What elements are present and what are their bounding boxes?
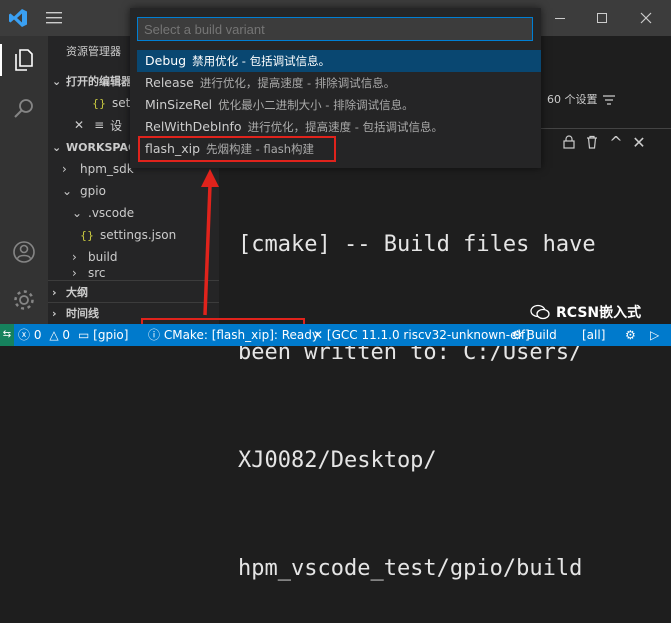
highlight-box	[138, 136, 336, 162]
terminal-line: hpm_vscode_test/gpio/build	[238, 556, 583, 581]
chevron-right-icon: ›	[52, 306, 57, 320]
chevron-right-icon: ›	[62, 162, 67, 176]
activity-bar	[0, 36, 48, 324]
lock-icon[interactable]	[559, 132, 579, 152]
tools-icon: ✕	[313, 328, 324, 342]
info-icon: ⓘ	[148, 328, 161, 342]
error-icon: ⓧ	[18, 328, 31, 342]
json-file-icon: {}	[92, 96, 106, 110]
close-panel-icon[interactable]: ✕	[629, 132, 649, 152]
tree-item-label: .vscode	[88, 206, 135, 220]
tree-item-label: src	[88, 266, 106, 280]
cmake-status[interactable]: ⓘ CMake: [flash_xip]: Ready	[148, 324, 319, 346]
chevron-down-icon: ⌄	[72, 206, 83, 220]
settings-count: 60 个设置	[547, 93, 598, 106]
maximize-icon[interactable]	[590, 6, 614, 30]
menu-icon[interactable]	[40, 6, 68, 30]
chevron-right-icon: ›	[52, 285, 57, 299]
settings-file-icon: ≡	[94, 118, 105, 132]
build-button[interactable]: ⚙ Build	[512, 324, 557, 346]
quick-pick-input[interactable]	[137, 17, 533, 41]
search-icon[interactable]	[8, 92, 40, 124]
account-icon[interactable]	[8, 236, 40, 268]
variant-option-minsizerel[interactable]: MinSizeRel 优化最小二进制大小 - 排除调试信息。	[137, 94, 541, 116]
cmake-kit[interactable]: ✕ [GCC 11.1.0 riscv32-unknown-elf]	[313, 324, 530, 346]
trash-icon[interactable]	[582, 132, 602, 152]
chevron-right-icon: ›	[72, 250, 77, 264]
variant-option-release[interactable]: Release 进行优化，提高速度 - 排除调试信息。	[137, 72, 541, 94]
arrow-annotation	[201, 169, 219, 316]
status-bar: ⇆ ⓧ 0 △ 0 ▭ [gpio] ⓘ CMake: [flash_xip]:…	[0, 324, 671, 346]
open-editor-label: set	[112, 96, 131, 110]
warning-icon: △	[49, 328, 59, 342]
minimize-icon[interactable]	[548, 6, 572, 30]
debug-icon[interactable]: ⚙	[625, 324, 636, 346]
outline-label: 大纲	[66, 286, 88, 299]
chevron-up-icon[interactable]: ^	[606, 132, 626, 152]
run-icon[interactable]: ▷	[650, 324, 659, 346]
wechat-icon	[530, 304, 550, 320]
open-editor-label: 设	[110, 118, 123, 133]
gear-icon[interactable]	[8, 284, 40, 316]
open-editors-label: 打开的编辑器	[66, 75, 132, 88]
close-icon[interactable]	[634, 6, 658, 30]
filter-icon[interactable]	[599, 89, 619, 111]
variant-option-relwithdebinfo[interactable]: RelWithDebInfo 进行优化，提高速度 - 包括调试信息。	[137, 116, 541, 138]
terminal-output: [cmake] -- Build files have been written…	[238, 155, 596, 623]
gear-icon: ⚙	[512, 328, 523, 342]
terminal-line: [cmake] -- Build files have	[238, 232, 596, 257]
chevron-down-icon: ⌄	[52, 140, 62, 154]
watermark: RCSN嵌入式	[530, 302, 641, 322]
tree-item-label: gpio	[80, 184, 106, 198]
chevron-right-icon: ›	[72, 266, 77, 280]
explorer-icon[interactable]	[8, 44, 40, 76]
chevron-down-icon: ⌄	[52, 74, 62, 88]
close-icon[interactable]: ✕	[74, 118, 84, 132]
terminal-line: XJ0082/Desktop/	[238, 448, 437, 473]
variant-option-debug[interactable]: Debug 禁用优化 - 包括调试信息。	[137, 50, 541, 72]
problems-indicator[interactable]: ⓧ 0 △ 0	[18, 324, 70, 346]
folder-icon: ▭	[78, 328, 90, 342]
json-file-icon: {}	[80, 228, 94, 242]
build-target[interactable]: [all]	[582, 324, 605, 346]
vscode-logo-icon	[6, 6, 30, 30]
chevron-down-icon: ⌄	[62, 184, 73, 198]
remote-icon[interactable]: ⇆	[0, 324, 14, 346]
tree-item-label: build	[88, 250, 118, 264]
tree-item-label: settings.json	[100, 228, 177, 242]
tree-item-label: hpm_sdk	[80, 162, 134, 176]
timeline-label: 时间线	[66, 307, 99, 320]
folder-indicator[interactable]: ▭ [gpio]	[78, 324, 128, 346]
